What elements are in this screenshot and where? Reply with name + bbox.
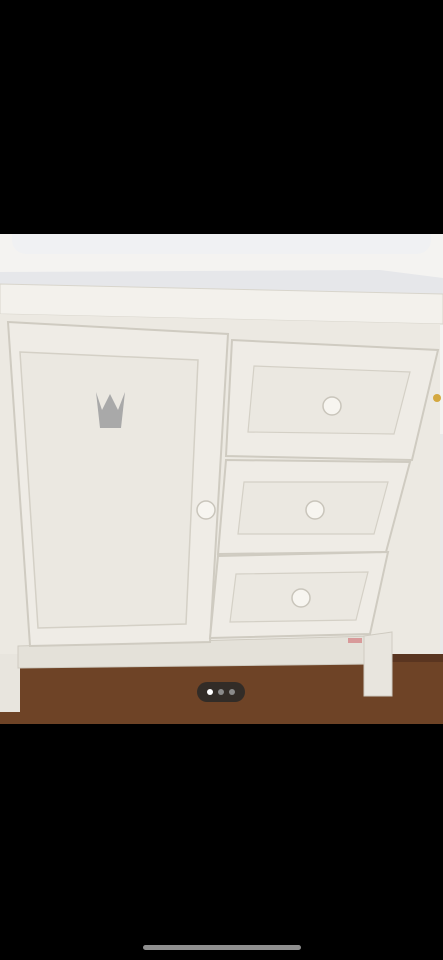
page-dot-2[interactable] xyxy=(218,689,224,695)
page-dot-3[interactable] xyxy=(229,689,235,695)
door-knob xyxy=(196,500,216,520)
page-indicator[interactable] xyxy=(197,682,245,702)
home-indicator[interactable] xyxy=(143,945,301,950)
drawer-1 xyxy=(224,338,440,462)
drawer-3 xyxy=(208,550,390,643)
page-dot-1[interactable] xyxy=(207,689,213,695)
cabinet-photo-image xyxy=(0,234,443,724)
cabinet-door xyxy=(6,320,230,648)
drawer-2 xyxy=(216,458,412,556)
photo-top-sheet xyxy=(12,234,431,254)
listing-photo[interactable] xyxy=(0,234,443,724)
